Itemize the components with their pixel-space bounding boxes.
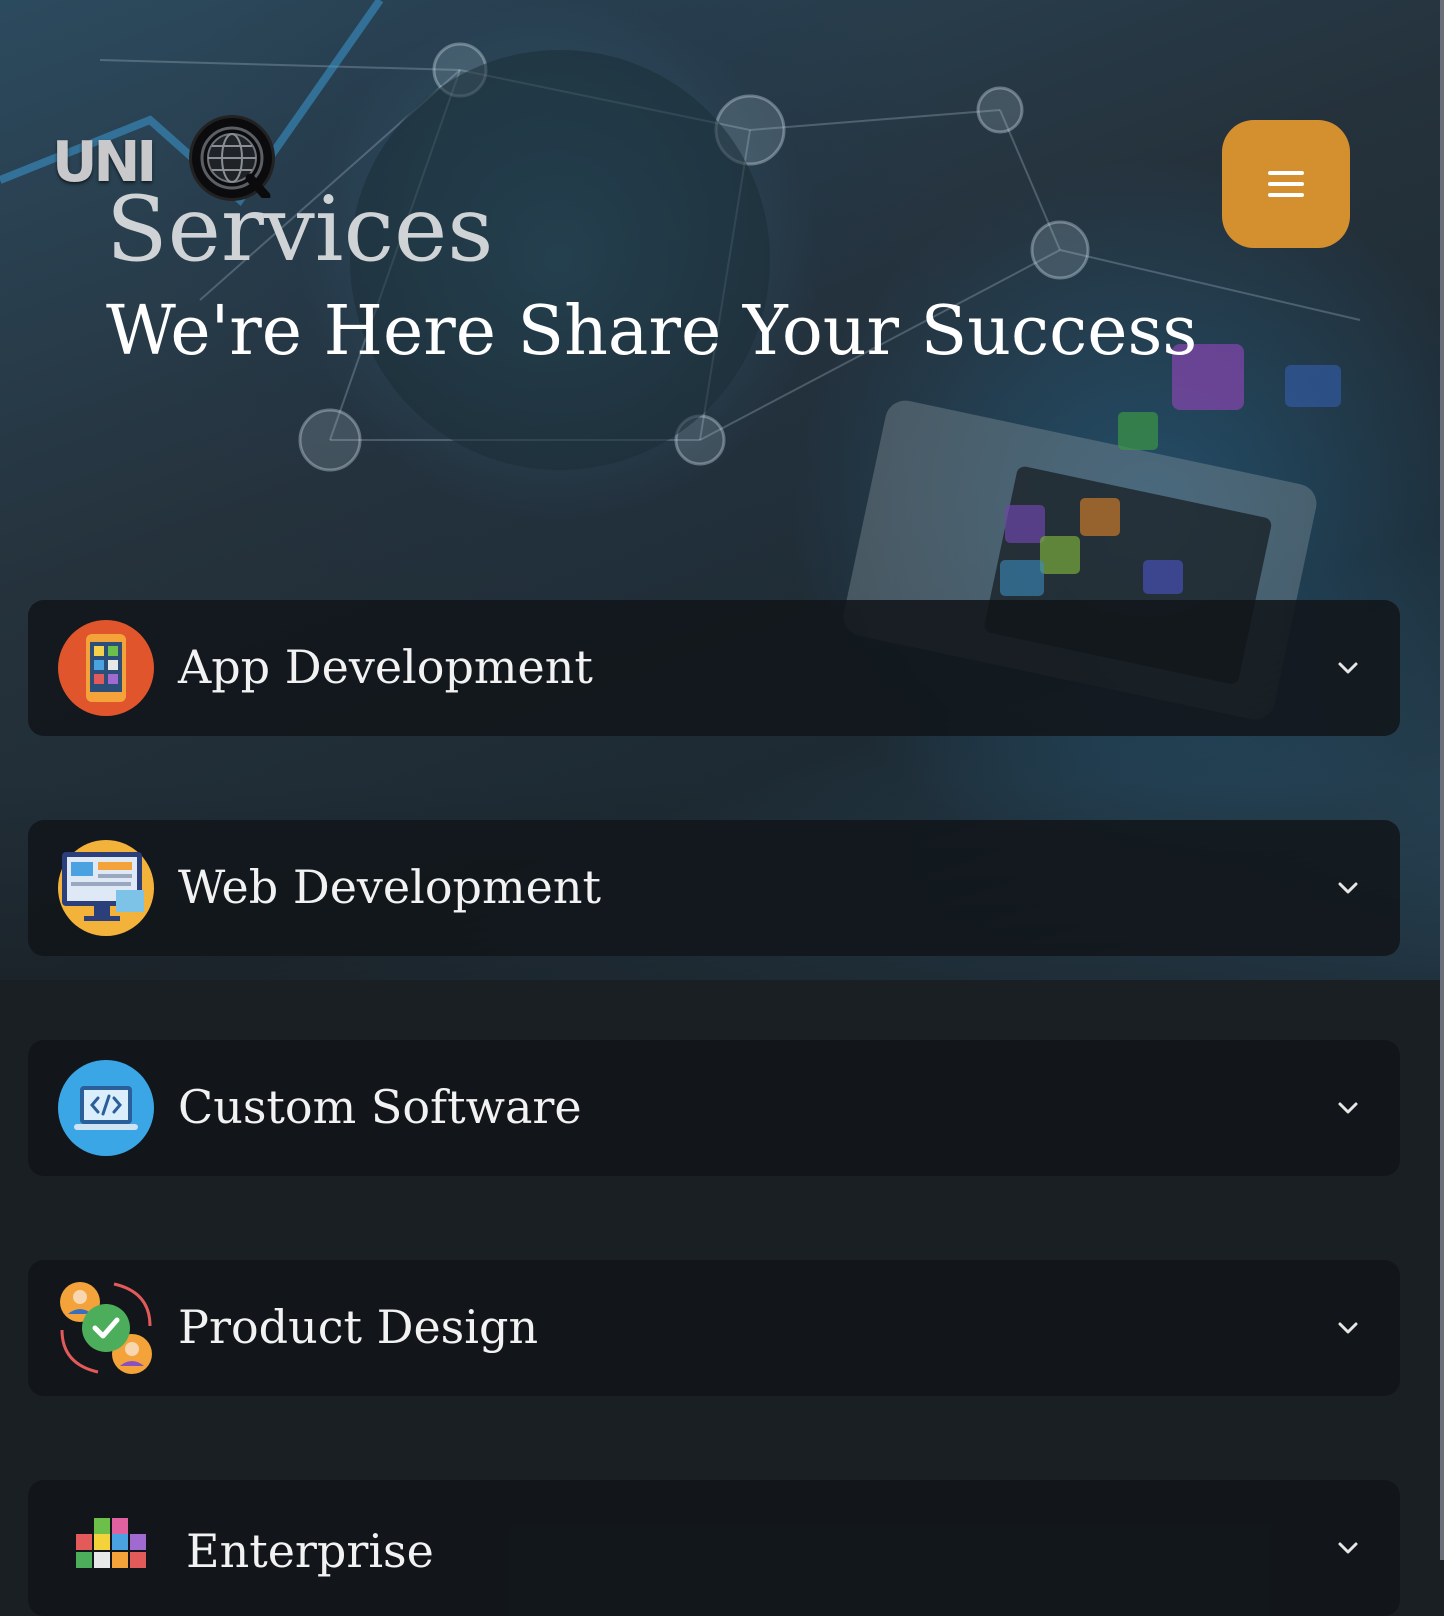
hamburger-menu-icon <box>1268 171 1304 197</box>
service-card-app-development[interactable]: App Development <box>28 600 1400 736</box>
service-label: Custom Software <box>178 1080 582 1134</box>
team-cycle-icon <box>58 1280 154 1376</box>
chevron-down-icon[interactable] <box>1336 1536 1360 1560</box>
scrollbar-edge <box>1440 0 1444 1560</box>
code-laptop-icon <box>58 1060 154 1156</box>
chevron-down-icon[interactable] <box>1336 1316 1360 1340</box>
service-card-custom-software[interactable]: Custom Software <box>28 1040 1400 1176</box>
service-card-web-development[interactable]: Web Development <box>28 820 1400 956</box>
hero-subtitle: We're Here Share Your Success <box>106 292 1198 371</box>
chevron-down-icon[interactable] <box>1336 876 1360 900</box>
cube-blocks-icon <box>68 1500 164 1596</box>
page-title: Services <box>106 177 494 282</box>
chevron-down-icon[interactable] <box>1336 656 1360 680</box>
service-label: Enterprise <box>186 1524 434 1578</box>
web-monitor-icon <box>58 840 154 936</box>
service-label: Product Design <box>178 1300 539 1354</box>
service-label: App Development <box>178 640 593 694</box>
mobile-app-icon <box>58 620 154 716</box>
service-card-enterprise[interactable]: Enterprise <box>28 1480 1400 1616</box>
chevron-down-icon[interactable] <box>1336 1096 1360 1120</box>
service-label: Web Development <box>178 860 601 914</box>
service-card-product-design[interactable]: Product Design <box>28 1260 1400 1396</box>
menu-button[interactable] <box>1222 120 1350 248</box>
